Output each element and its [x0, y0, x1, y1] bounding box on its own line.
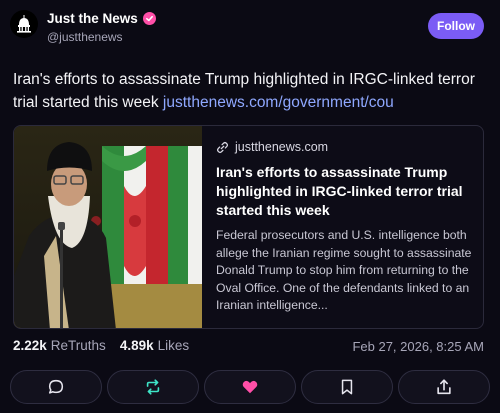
bookmark-button[interactable] [301, 370, 393, 404]
retruth-button[interactable] [107, 370, 199, 404]
truth-post: Just the News @justthenews Follow Iran's… [0, 0, 500, 413]
card-domain-text: justthenews.com [235, 140, 329, 154]
card-content: justthenews.com Iran's efforts to assass… [216, 140, 478, 315]
retruths-stat[interactable]: 2.22k ReTruths [13, 338, 106, 353]
post-stats: 2.22k ReTruths 4.89k Likes [13, 338, 189, 353]
post-timestamp[interactable]: Feb 27, 2026, 8:25 AM [352, 339, 484, 354]
checkmark-badge-icon [142, 12, 156, 25]
likes-count: 4.89k [119, 338, 154, 353]
account-avatar[interactable] [10, 10, 38, 38]
share-button[interactable] [398, 370, 490, 404]
link-icon [216, 141, 229, 153]
speech-bubble-icon [48, 379, 64, 394]
follow-button[interactable]: Follow [428, 13, 484, 39]
action-bar [10, 370, 490, 406]
account-handle[interactable]: @justthenews [47, 30, 123, 44]
card-title[interactable]: Iran's efforts to assassinate Trump high… [216, 163, 478, 220]
bookmark-icon [341, 379, 353, 395]
card-thumbnail-image [14, 126, 202, 328]
reply-button[interactable] [10, 370, 102, 404]
card-photo [14, 126, 202, 328]
retruths-label: ReTruths [50, 338, 106, 353]
like-button[interactable] [204, 370, 296, 404]
account-display-name[interactable]: Just the News [47, 11, 156, 26]
post-text: Iran's efforts to assassinate Trump high… [13, 68, 491, 114]
share-upload-icon [437, 379, 451, 395]
likes-stat[interactable]: 4.89k Likes [120, 338, 189, 353]
repost-arrows-icon [146, 379, 160, 395]
card-description: Federal prosecutors and U.S. intelligenc… [216, 228, 472, 312]
display-name-text[interactable]: Just the News [47, 11, 138, 26]
post-link[interactable]: justthenews.com/government/cou [163, 94, 394, 111]
retruths-count: 2.22k [13, 338, 47, 353]
heart-icon [242, 380, 258, 394]
capitol-dome-icon [17, 15, 31, 33]
link-preview-card[interactable]: justthenews.com Iran's efforts to assass… [13, 125, 484, 329]
likes-label: Likes [157, 338, 190, 353]
card-domain[interactable]: justthenews.com [216, 140, 478, 154]
